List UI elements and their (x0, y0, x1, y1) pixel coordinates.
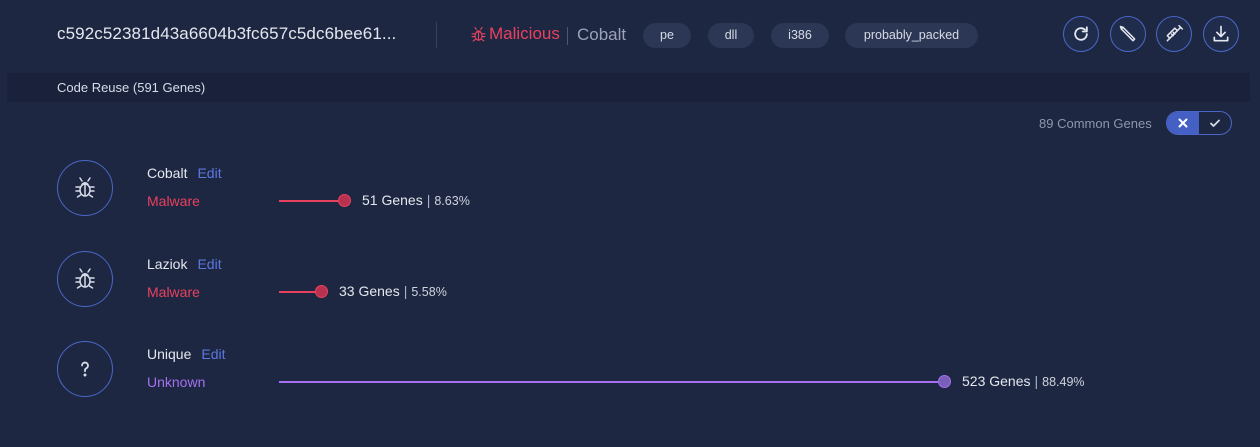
gene-count: 51 Genes (362, 192, 423, 208)
gene-percent: 88.49% (1042, 375, 1085, 389)
bug-icon (75, 268, 95, 289)
header-divider (436, 22, 437, 48)
refresh-button[interactable] (1063, 16, 1099, 52)
gene-percent: 5.58% (411, 285, 447, 299)
family-name: Cobalt (577, 25, 627, 44)
verdict-label: Malicious (489, 24, 560, 43)
family-name-cell: Cobalt Edit (147, 165, 222, 181)
syringe-icon (1166, 24, 1184, 42)
gene-bar-knob (938, 375, 951, 388)
gene-count: 33 Genes (339, 283, 400, 299)
verdict-badge: Malicious (470, 24, 560, 44)
gene-bar-knob (315, 285, 328, 298)
page: c592c52381d43a6604b3fc657c5dc6bee61... M… (0, 0, 1260, 447)
hide-common-option[interactable] (1167, 112, 1199, 134)
family-type: Malware (147, 284, 200, 300)
family-name: Laziok (147, 256, 188, 272)
download-button[interactable] (1203, 16, 1239, 52)
gene-stats: 51 Genes | 8.63% (362, 192, 470, 208)
family-avatar (57, 160, 113, 216)
section-title: Code Reuse (591 Genes) (57, 80, 206, 95)
bug-icon (75, 177, 95, 198)
edit-link[interactable]: Edit (197, 256, 221, 272)
gene-row-laziok: Laziok Edit Malware 33 Genes | 5.58% (0, 251, 1260, 311)
family-avatar (57, 341, 113, 397)
file-header: c592c52381d43a6604b3fc657c5dc6bee61... M… (0, 0, 1260, 72)
family-divider (567, 27, 568, 45)
family-avatar (57, 251, 113, 307)
question-icon (81, 361, 89, 377)
show-common-option[interactable] (1199, 112, 1231, 134)
download-icon (1213, 25, 1229, 42)
common-genes-label: 89 Common Genes (1039, 116, 1152, 131)
gene-row-unique: Unique Edit Unknown 523 Genes | 88.49% (0, 341, 1260, 401)
code-reuse-bar: Code Reuse (591 Genes) (7, 73, 1250, 102)
family-name: Cobalt (147, 165, 188, 181)
gene-row-cobalt: Cobalt Edit Malware 51 Genes | 8.63% (0, 160, 1260, 220)
gene-bar-track (279, 381, 944, 383)
gene-bar-knob (338, 194, 351, 207)
tag-i386[interactable]: i386 (771, 23, 829, 48)
tag-pe[interactable]: pe (643, 23, 691, 48)
family-type: Malware (147, 193, 200, 209)
refresh-icon (1074, 26, 1088, 41)
gene-bar-track (279, 200, 344, 202)
inject-button[interactable] (1156, 16, 1192, 52)
file-hash[interactable]: c592c52381d43a6604b3fc657c5dc6bee61... (57, 24, 396, 44)
family-name: Unique (147, 346, 192, 362)
edit-button[interactable] (1110, 16, 1146, 52)
gene-stats: 523 Genes | 88.49% (962, 373, 1085, 389)
tag-probably-packed[interactable]: probably_packed (845, 23, 978, 48)
edit-link[interactable]: Edit (201, 346, 225, 362)
family-type: Unknown (147, 374, 206, 390)
family-name-cell: Laziok Edit (147, 256, 222, 272)
check-icon (1210, 119, 1220, 127)
edit-link[interactable]: Edit (197, 165, 221, 181)
common-genes-toggle[interactable] (1166, 111, 1232, 135)
gene-percent: 8.63% (434, 194, 470, 208)
gene-count: 523 Genes (962, 373, 1031, 389)
pencil-icon (1119, 25, 1136, 42)
close-icon (1178, 118, 1188, 128)
tag-dll[interactable]: dll (708, 23, 754, 48)
bug-icon (471, 26, 486, 41)
gene-stats: 33 Genes | 5.58% (339, 283, 447, 299)
family-name-cell: Unique Edit (147, 346, 226, 362)
